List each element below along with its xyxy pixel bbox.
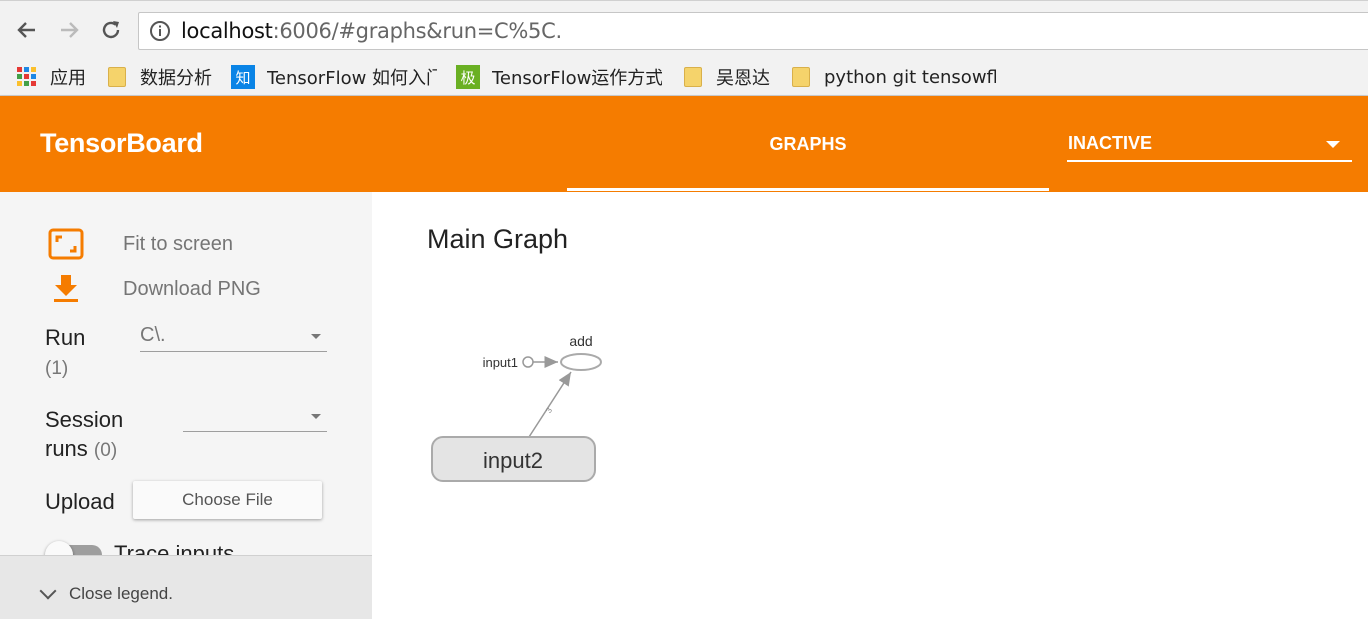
dropdown-arrow-icon [311,414,321,419]
back-button[interactable] [12,15,42,45]
forward-arrow-icon [61,22,79,38]
plugin-dropdown[interactable]: INACTIVE [1067,128,1352,162]
run-dropdown-value: C\. [140,324,166,346]
run-label: Run [45,325,86,350]
bookmark-label: 数据分析 [140,68,212,89]
bookmark-tensorflow-how[interactable]: 极 TensorFlow运作方式 [456,64,662,90]
close-legend-label: Close legend. [69,584,173,603]
folder-icon [108,67,126,87]
node-input2-label: input2 [483,448,543,473]
bookmark-label: 吴恩达 [716,68,770,89]
bookmark-apps[interactable]: 应用 [16,64,86,90]
folder-icon [684,67,702,87]
session-runs-label-line1: Session [45,407,124,432]
info-icon [150,21,170,41]
bookmarks-bar: 应用 数据分析 知 TensorFlow 如何入门 极 TensorFlow运作… [0,58,1368,96]
edge-label: 3 [544,406,554,415]
tab-graphs[interactable]: GRAPHS [567,96,1049,192]
ji-icon: 极 [456,65,480,89]
apps-grid-icon [17,67,36,86]
edge-input2-add [528,371,572,438]
forward-button[interactable] [54,15,84,45]
choose-file-button[interactable]: Choose File [133,481,322,519]
address-bar[interactable]: localhost:6006/#graphs&run=C%5C. [138,12,1368,50]
bookmark-label: TensorFlow 如何入门 [267,68,437,89]
plugin-dropdown-value: INACTIVE [1068,133,1153,153]
close-legend-button[interactable]: Close legend. [0,555,372,619]
bookmark-tensorflow-intro[interactable]: 知 TensorFlow 如何入门 [231,64,437,90]
session-runs-dropdown[interactable] [183,402,327,432]
folder-icon [792,67,810,87]
graph-svg: 3 input1 add input2 [431,333,602,482]
download-png-button[interactable]: Download PNG [48,273,261,305]
bookmark-data-analysis[interactable]: 数据分析 [108,64,212,90]
dropdown-arrow-icon [1326,141,1340,148]
zhihu-icon: 知 [231,65,255,89]
url-text: localhost:6006/#graphs&run=C%5C. [181,19,562,43]
download-label: Download PNG [123,277,261,300]
bookmark-label: TensorFlow运作方式 [492,68,662,89]
fit-label: Fit to screen [123,232,234,255]
bookmark-python-git[interactable]: python git tensowfl [792,64,996,90]
session-runs-label-line2: runs (0) [45,436,118,461]
fit-to-screen-button[interactable]: Fit to screen [48,228,233,260]
download-icon [54,275,78,302]
node-input1[interactable] [522,356,534,368]
sidebar: Fit to screen Download PNG Run (1) C\. S… [0,192,372,619]
bookmark-label: 应用 [50,68,86,89]
active-tab-indicator [567,188,1049,191]
reload-button[interactable] [96,15,126,45]
upload-label: Upload [45,489,115,514]
bookmark-andrew-ng[interactable]: 吴恩达 [684,64,770,90]
chevron-down-icon [39,582,57,600]
run-dropdown[interactable]: C\. [140,322,327,352]
app-title: TensorBoard [40,128,203,158]
dropdown-arrow-icon [311,334,321,339]
node-add[interactable] [560,353,602,371]
graph-canvas[interactable]: Main Graph 3 input1 add input2 [372,192,1368,619]
back-arrow-icon [17,22,35,38]
bookmark-label: python git tensowfl [824,66,996,88]
node-add-label: add [569,333,592,349]
fit-screen-icon [48,228,84,260]
run-count: (1) [45,358,69,379]
browser-toolbar: localhost:6006/#graphs&run=C%5C. [0,0,1368,58]
node-input1-label: input1 [483,355,518,370]
reload-icon [102,21,120,39]
